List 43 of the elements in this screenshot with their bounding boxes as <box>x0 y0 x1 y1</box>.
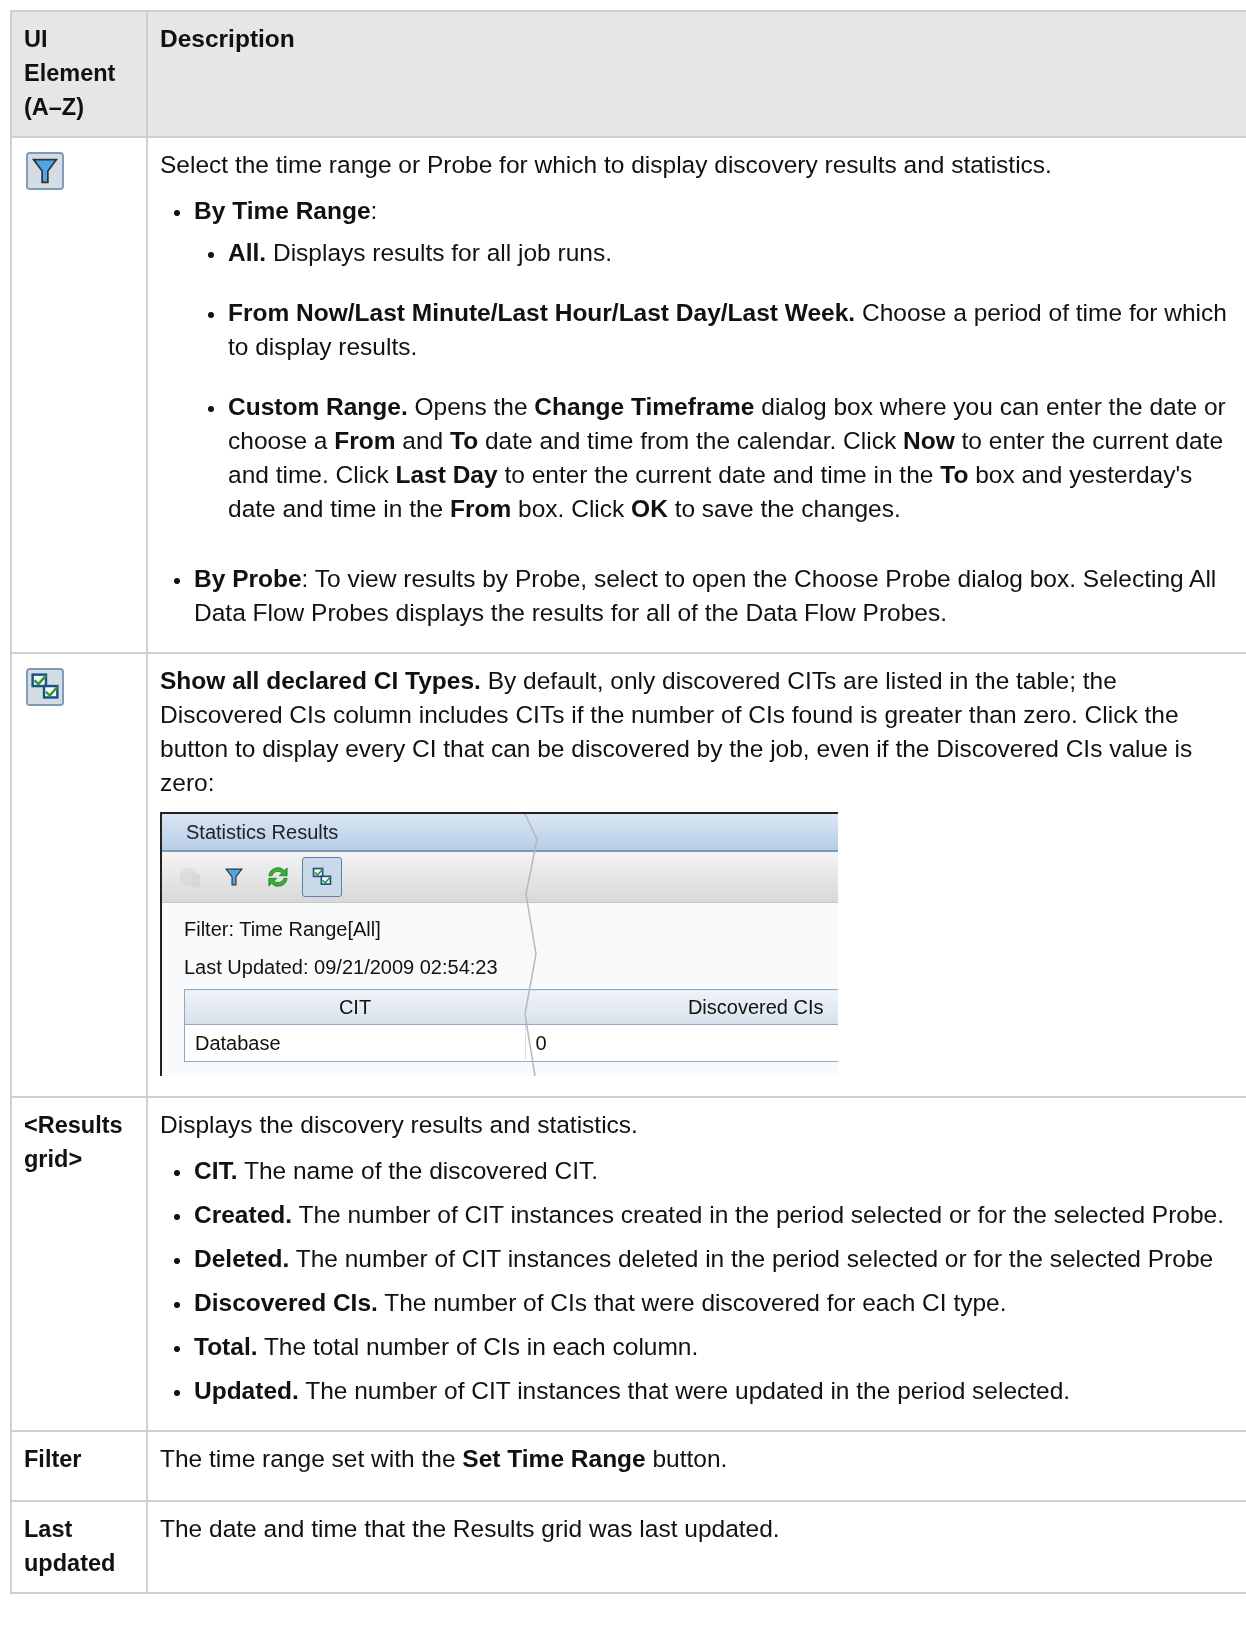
column-header: UI Element (A–Z) <box>11 11 147 137</box>
list-item-text: Discovered CIs. The number of CIs that were discovered for each CI type. <box>194 1288 1008 1318</box>
list-item-text: CIT. The name of the discovered CIT. <box>194 1156 599 1186</box>
grid-cell: Database <box>184 1024 525 1062</box>
last-updated-label: Last Updated: 09/21/2009 02:54:23 <box>184 955 499 979</box>
toolbar-button[interactable] <box>302 857 342 897</box>
filter-label: Filter: Time Range[All] <box>184 917 382 941</box>
bullet-icon <box>174 210 180 216</box>
list-item-text: Custom Range. Opens the Change Timeframe dialog box where you can enter the date or choose a From and To date and time from the calendar. Click Now to enter the current date and time. Click Last Day to enter the current date and time in the To box and yesterday's date and time in the From box. Click OK to save the changes. <box>228 392 1227 524</box>
panel-title: Statistics Results <box>162 814 838 852</box>
grid-header: CIT <box>184 989 525 1025</box>
bullet-icon <box>174 1170 180 1176</box>
list-item-text: By Time Range: <box>194 196 379 226</box>
grid-cell: 0 <box>525 1024 838 1062</box>
bullet-icon <box>208 406 214 412</box>
refresh-icon <box>265 864 291 890</box>
filter-icon <box>24 152 66 190</box>
list-item-text: Created. The number of CIT instances created in the period selected or for the selected Probe. <box>194 1200 1226 1230</box>
description-text: Displays the discovery results and statistics. <box>160 1110 639 1140</box>
bullet-icon <box>174 578 180 584</box>
bullet-icon <box>208 252 214 258</box>
element-name: Filter <box>24 1446 82 1472</box>
bullet-icon <box>174 1302 180 1308</box>
column-header: Description <box>147 11 1246 137</box>
element-name: Last updated <box>24 1516 116 1576</box>
description-text: Select the time range or Probe for which to display discovery results and statistics. <box>160 150 1053 180</box>
bullet-icon <box>174 1258 180 1264</box>
grid-header: Discovered CIs <box>525 989 838 1025</box>
bullet-icon <box>174 1214 180 1220</box>
list-item-text: Total. The total number of CIs in each column. <box>194 1332 700 1362</box>
bullet-icon <box>208 312 214 318</box>
list-item-text: From Now/Last Minute/Last Hour/Last Day/Last Week. Choose a period of time for which to display results. <box>228 298 1228 362</box>
list-item-text: By Probe: To view results by Probe, select to open the Choose Probe dialog box. Selecting All Data Flow Probes displays the results for all of the Data Flow Probes. <box>194 564 1218 628</box>
bullet-icon <box>174 1346 180 1352</box>
checklist-icon <box>24 668 66 706</box>
list-item-text: Deleted. The number of CIT instances deleted in the period selected or for the selected Probe <box>194 1244 1215 1274</box>
list-item-text: All. Displays results for all job runs. <box>228 238 613 268</box>
bullet-icon <box>174 1390 180 1396</box>
description-text: The time range set with the Set Time Range button. <box>160 1444 729 1474</box>
element-name: <Results grid> <box>24 1112 123 1172</box>
list-item-text: Updated. The number of CIT instances that were updated in the period selected. <box>194 1376 1072 1406</box>
description-text: The date and time that the Results grid was last updated. <box>160 1514 781 1544</box>
description-text: Show all declared CI Types. By default, only discovered CITs are listed in the table; the Discovered CIs column includes CITs if the number of CIs found is greater than zero. Click the button to display every CI that can be discovered by the job, even if the Discovered CIs value is zero: <box>160 666 1194 798</box>
